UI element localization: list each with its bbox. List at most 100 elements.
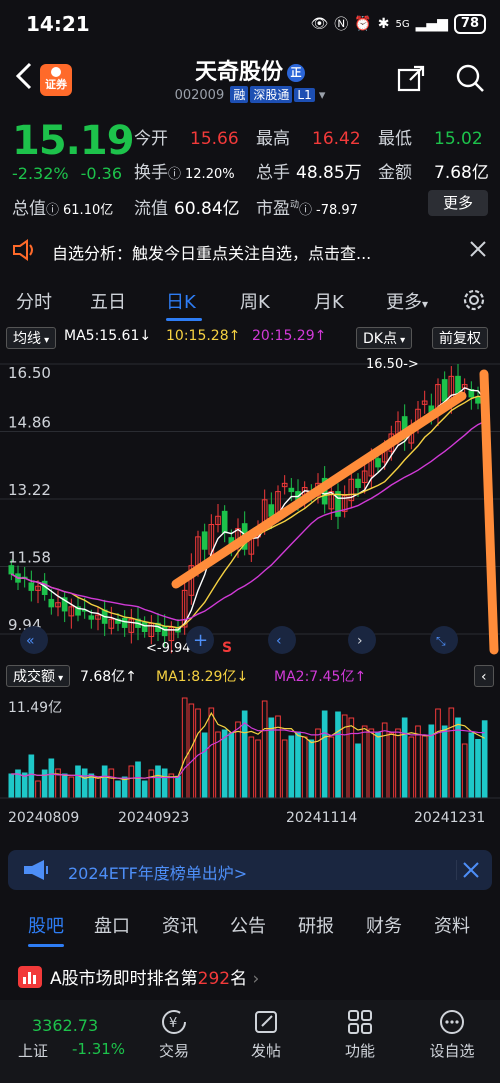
gear-icon[interactable]	[460, 286, 488, 314]
volume-bar	[381, 722, 388, 799]
volume-bar	[48, 758, 55, 799]
index-change[interactable]: -1.31%	[72, 1040, 125, 1058]
volume-bar	[161, 768, 168, 799]
ma5-label: MA5:15.61↓	[64, 328, 152, 344]
turnover-item[interactable]: 换手ⓘ 12.20%	[134, 158, 235, 183]
close-icon[interactable]	[456, 858, 482, 882]
trend-line-up	[171, 391, 467, 589]
tab-finance[interactable]: 财务	[366, 912, 402, 938]
volume-bar	[355, 743, 361, 799]
volume-bar	[275, 715, 281, 799]
tab-announcements[interactable]: 公告	[230, 912, 266, 938]
index-name[interactable]: 上证	[18, 1040, 48, 1061]
volume-legend: 成交额 ▾ 7.68亿↑ MA1:8.29亿↓ MA2:7.45亿↑ ‹	[0, 664, 500, 690]
search-icon[interactable]	[454, 62, 486, 94]
volume-bar	[348, 717, 355, 799]
high-item: 最高 16.42	[256, 129, 361, 149]
stock-header: 证券 天奇股份正 002009 融深股通 L1 ▾	[0, 48, 500, 112]
zoom-out-button[interactable]: «	[20, 626, 48, 654]
caret-down-icon: ▾	[41, 335, 50, 346]
y-tick-label: 14.86	[8, 414, 51, 432]
index-value[interactable]: 3362.73	[32, 1016, 98, 1035]
total-cap-item[interactable]: 总值ⓘ 61.10亿	[12, 194, 113, 219]
post-button[interactable]: 发帖	[226, 1008, 306, 1061]
market-rank[interactable]: A股市场即时排名第292名 ›	[0, 956, 500, 996]
double-chevron-left-icon: «	[26, 633, 35, 649]
float-cap-value: 60.84亿	[174, 199, 240, 219]
period-tabs: 分时 五日 日K 周K 月K 更多▾	[0, 280, 500, 321]
promo-banner[interactable]: 2024ETF年度榜单出炉>	[8, 850, 492, 890]
share-icon[interactable]	[396, 64, 426, 94]
s-marker: S	[222, 640, 232, 656]
adjust-button[interactable]: 前复权	[432, 327, 488, 349]
dk-point-select[interactable]: DK点 ▾	[356, 327, 413, 349]
ma-type-select[interactable]: 均线 ▾	[6, 327, 57, 349]
kline-chart[interactable]: 16.5014.8613.2211.589.94 16.50-> <-9.94 …	[0, 352, 500, 658]
tab-news[interactable]: 资讯	[162, 912, 198, 938]
volume-bar	[208, 707, 215, 799]
volume-bar	[101, 765, 108, 799]
pe-item[interactable]: 市盈动ⓘ -78.97	[256, 194, 358, 219]
tab-forum[interactable]: 股吧	[28, 912, 64, 938]
alert-text: 自选分析：触发今日重点关注自选，点击查...	[52, 244, 372, 263]
tab-intraday[interactable]: 分时	[16, 288, 52, 314]
candle-body	[288, 487, 295, 493]
candle-body	[455, 375, 461, 394]
volume-bar	[28, 754, 35, 799]
tab-five-day[interactable]: 五日	[90, 288, 126, 314]
add-watchlist-button[interactable]: 设自选	[412, 1008, 492, 1061]
volume-bar	[135, 761, 141, 799]
tab-order-book[interactable]: 盘口	[94, 912, 130, 938]
change-abs: -0.36	[80, 164, 123, 183]
chart-legend: 均线 ▾ MA5:15.61↓ 10:15.28↑ 20:15.29↑ DK点 …	[0, 326, 500, 350]
tab-profile[interactable]: 资料	[434, 912, 470, 938]
volume-bar	[81, 768, 88, 799]
dots-icon	[440, 1010, 464, 1034]
volume-bar	[248, 736, 255, 799]
volume-bar	[395, 728, 401, 799]
last-price: 15.19	[12, 118, 135, 164]
volume-bar	[175, 775, 181, 799]
open-item: 今开 15.66	[134, 129, 239, 149]
candle-body	[201, 531, 208, 550]
functions-button[interactable]: 功能	[320, 1008, 400, 1061]
prev-button[interactable]: ‹	[268, 626, 296, 654]
tab-daily-k[interactable]: 日K	[166, 288, 196, 314]
volume-bar	[308, 739, 315, 799]
volume-bar	[181, 697, 188, 799]
candle-body	[221, 510, 228, 534]
tab-weekly-k[interactable]: 周K	[240, 288, 270, 314]
more-button[interactable]: 更多	[428, 190, 488, 216]
volume-bar	[41, 769, 48, 799]
volume-bar	[108, 768, 115, 799]
candles	[8, 364, 488, 654]
tab-monthly-k[interactable]: 月K	[314, 288, 344, 314]
volume-bar	[141, 780, 148, 799]
content-tabs: 股吧 盘口 资讯 公告 研报 财务 资料	[0, 908, 500, 948]
zoom-in-button[interactable]: +	[186, 626, 214, 654]
volume-bar	[128, 765, 135, 799]
pe-sup: 动	[290, 200, 300, 211]
info-icon: ⓘ	[46, 203, 60, 218]
tab-indicator	[28, 944, 64, 947]
rank-text: A股市场即时排名第292名 ›	[50, 969, 260, 989]
tab-research[interactable]: 研报	[298, 912, 334, 938]
volume-bar	[221, 729, 228, 799]
volume-bar	[228, 732, 235, 799]
float-cap-item: 流值 60.84亿	[134, 199, 240, 219]
battery-icon: 78	[453, 14, 486, 34]
volume-bar	[368, 728, 375, 799]
next-button[interactable]: ›	[348, 626, 376, 654]
collapse-button[interactable]: ‹	[474, 665, 494, 687]
volume-type-select[interactable]: 成交额 ▾	[6, 665, 71, 687]
y-tick-label: 11.58	[8, 549, 51, 567]
volume-chart[interactable]: 11.49亿 20240809 20240923 20241114 202412…	[0, 692, 500, 840]
status-bar: 14:21 👁 Ⓝ ⏰ ✱ 5G ▂▄▆ 78	[0, 0, 500, 48]
trade-button[interactable]: ¥ 交易	[134, 1008, 214, 1061]
tab-more[interactable]: 更多▾	[386, 288, 428, 314]
volume-bar	[201, 732, 208, 799]
alert-banner[interactable]: 自选分析：触发今日重点关注自选，点击查...	[0, 230, 500, 270]
yen-icon: ¥	[162, 1010, 186, 1034]
close-icon[interactable]	[468, 239, 488, 259]
fullscreen-button[interactable]: ⤡	[430, 626, 458, 654]
